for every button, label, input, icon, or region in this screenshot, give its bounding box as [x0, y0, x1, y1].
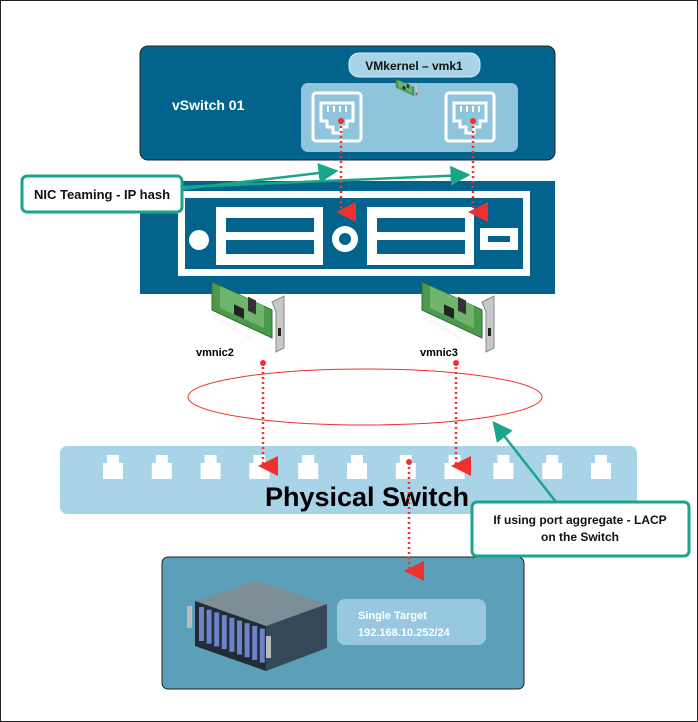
- vswitch-label: vSwitch 01: [172, 97, 245, 113]
- host-server: [140, 181, 555, 294]
- vmnic3-label: vmnic3: [420, 347, 458, 359]
- drive-bay: [252, 625, 258, 660]
- drive-bay: [244, 623, 250, 658]
- lacp-callout[interactable]: If using port aggregate - LACP on the Sw…: [470, 500, 691, 558]
- vmkernel-label: VMkernel – vmk1: [365, 59, 463, 73]
- nic-teaming-label: NIC Teaming - IP hash: [34, 187, 170, 202]
- lacp-line2: on the Switch: [541, 530, 619, 544]
- drive-bay: [259, 628, 265, 663]
- lacp-line1: If using port aggregate - LACP: [493, 513, 666, 527]
- physical-switch-label: Physical Switch: [265, 482, 469, 512]
- nic-teaming-callout[interactable]: NIC Teaming - IP hash: [20, 174, 184, 214]
- drive-bay: [237, 620, 242, 655]
- vswitch-box[interactable]: vSwitch 01 VMkernel – vmk1: [139, 45, 556, 161]
- storage-target-ip: 192.168.10.252/24: [358, 627, 451, 639]
- vmnic2-label: vmnic2: [196, 347, 234, 359]
- link-aggregation-ellipse: [187, 368, 543, 426]
- drive-bay: [199, 607, 204, 641]
- drive-bay: [214, 612, 220, 647]
- drive-bay: [221, 615, 227, 650]
- storage-box[interactable]: Single Target 192.168.10.252/24: [161, 556, 525, 690]
- switch-port[interactable]: [639, 455, 660, 479]
- storage-target-label: Single Target: [358, 610, 427, 622]
- drive-bay: [206, 609, 212, 644]
- network-diagram: vSwitch 01 VMkernel – vmk1 © VMware Inc.…: [0, 0, 698, 722]
- drive-bay: [229, 617, 235, 652]
